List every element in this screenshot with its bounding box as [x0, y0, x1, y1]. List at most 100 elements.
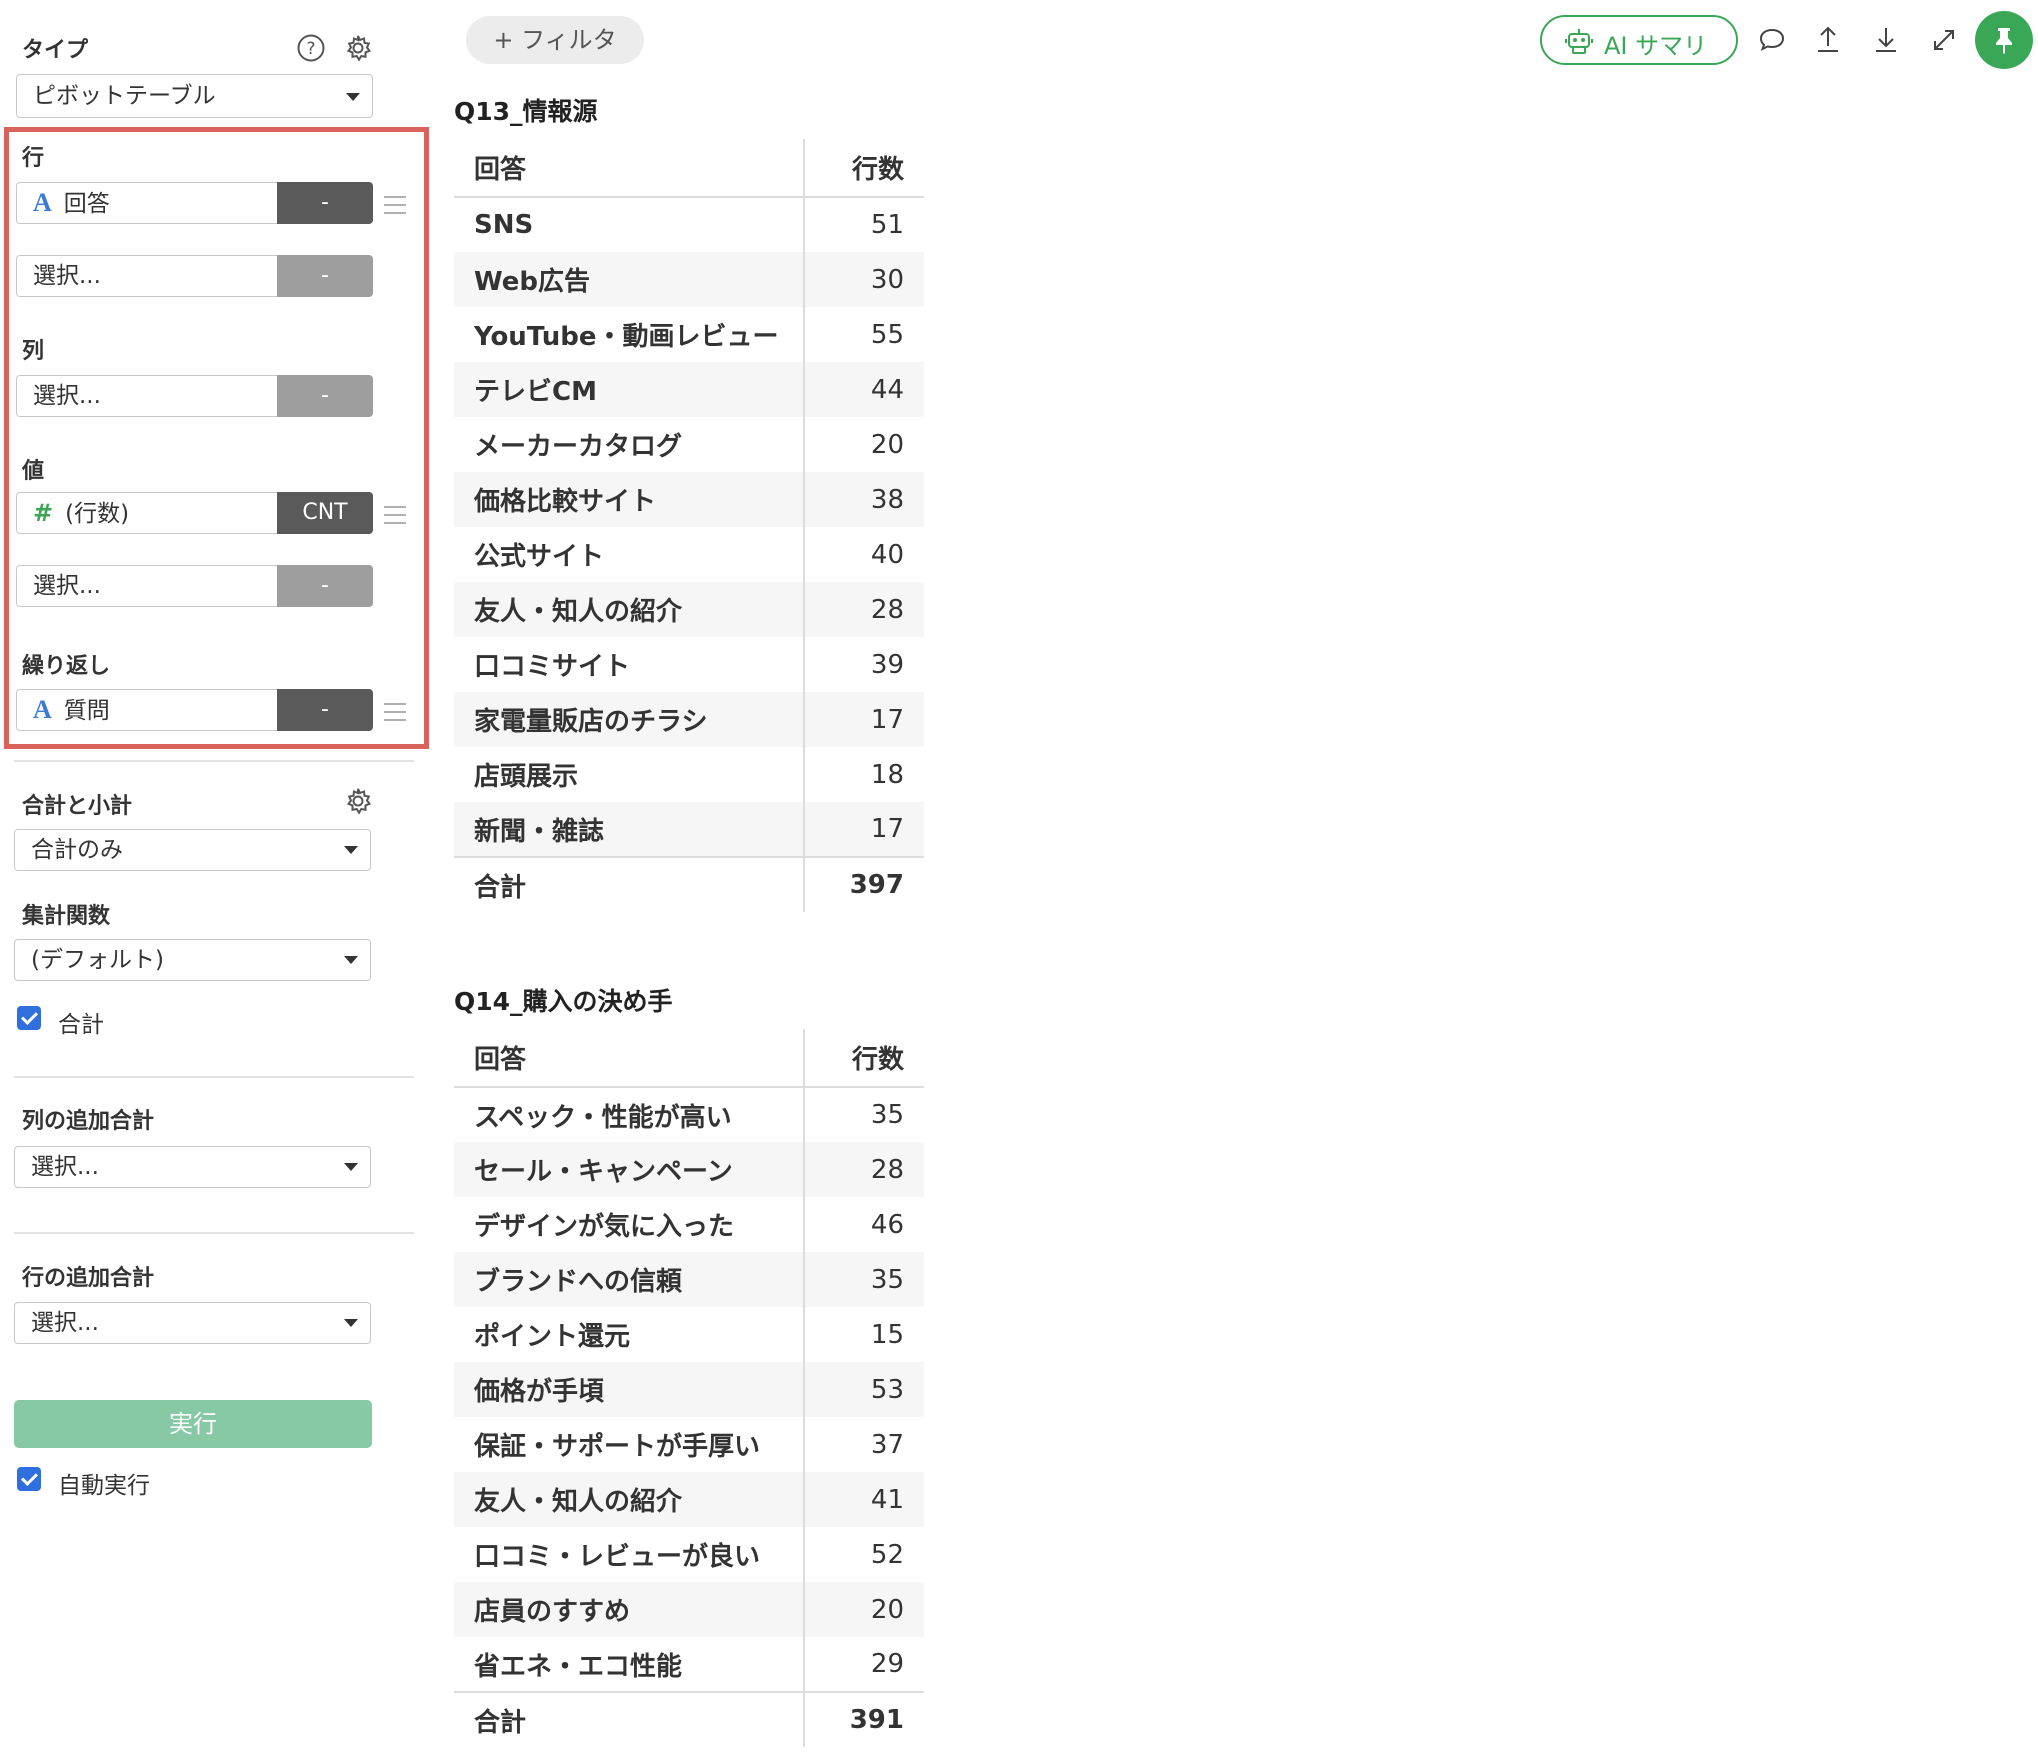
cell-answer: 店頭展示: [474, 762, 579, 792]
cell-count: 51: [803, 197, 924, 252]
divider: [14, 760, 414, 762]
aggfunc-value: (デフォルト): [31, 947, 164, 973]
table-row: Web広告 30: [454, 252, 924, 307]
cell-answer: 新聞・雑誌: [454, 802, 804, 857]
type-label: タイプ: [22, 38, 89, 63]
upload-icon[interactable]: [1808, 20, 1848, 60]
table-header-row: 回答 行数: [454, 139, 924, 198]
cell-count: 17: [803, 802, 924, 857]
values-field-pill[interactable]: # (行数) CNT: [16, 492, 373, 534]
gear-icon[interactable]: [343, 786, 373, 816]
repeat-field-name: 質問: [63, 698, 110, 724]
cell-answer: 保証・サポートが手厚い: [474, 1432, 761, 1462]
cell-answer: SNS: [474, 210, 534, 240]
table1-title: Q13_情報源: [454, 97, 598, 126]
table-row: 友人・知人の紹介 41: [454, 1472, 924, 1527]
cell-answer: 公式サイト: [474, 542, 605, 572]
cell-count: 41: [803, 1472, 924, 1527]
cell-count: 35: [803, 1087, 924, 1142]
cols-select[interactable]: 選択...: [16, 375, 277, 417]
rows-field-pill[interactable]: A 回答 -: [16, 182, 373, 224]
help-icon[interactable]: ?: [296, 33, 326, 63]
total-checkbox[interactable]: [17, 1006, 41, 1030]
totals-select[interactable]: 合計のみ: [14, 829, 371, 871]
table2: 回答 行数 スペック・性能が高い 35 セール・キャンペーン 28 デザインが気に入…: [454, 1029, 924, 1747]
filter-button[interactable]: + フィルタ: [466, 16, 644, 64]
table-total-row: 合計 397: [454, 856, 924, 912]
cell-count: 28: [803, 582, 924, 637]
cell-count: 30: [803, 252, 924, 307]
totals-value: 合計のみ: [31, 837, 123, 863]
drag-handle-icon[interactable]: [384, 196, 406, 220]
svg-text:?: ?: [306, 39, 315, 59]
aggfunc-select[interactable]: (デフォルト): [14, 939, 371, 981]
chevron-down-icon: [344, 1163, 358, 1171]
rows-label: 行: [22, 146, 45, 171]
cell-answer: セール・キャンペーン: [454, 1142, 804, 1197]
rows-field-agg[interactable]: -: [277, 182, 373, 224]
drag-handle-icon[interactable]: [384, 703, 406, 727]
table-row: 店員のすすめ 20: [454, 1582, 924, 1637]
cell-count: 44: [803, 362, 924, 417]
run-button[interactable]: 実行: [14, 1400, 372, 1448]
table1: 回答 行数 SNS 51 Web広告 30 YouTube・動画レビュー 55 テレビ…: [454, 139, 924, 912]
total-label: 合計: [454, 856, 804, 912]
cell-count: 55: [803, 307, 924, 362]
table-header-row: 回答 行数: [454, 1029, 924, 1088]
comment-icon[interactable]: [1752, 20, 1792, 60]
cell-count: 52: [803, 1527, 924, 1582]
cell-count: 38: [803, 472, 924, 527]
auto-run-label: 自動実行: [58, 1473, 150, 1499]
cell-count: 39: [803, 637, 924, 692]
chevron-down-icon: [344, 956, 358, 964]
auto-run-checkbox[interactable]: [17, 1467, 41, 1491]
divider: [14, 1232, 414, 1234]
ai-summary-button[interactable]: AI サマリ: [1540, 15, 1738, 65]
gear-icon[interactable]: [343, 33, 373, 63]
cell-count: 35: [803, 1252, 924, 1307]
cell-answer: ブランドへの信頼: [454, 1252, 804, 1307]
values-select[interactable]: 選択...: [16, 565, 277, 607]
pin-button[interactable]: [1975, 11, 2033, 69]
rows-select-agg[interactable]: -: [277, 255, 373, 297]
header-answer: 回答: [454, 1029, 804, 1088]
cell-count: 40: [803, 527, 924, 582]
repeat-field-agg[interactable]: -: [277, 689, 373, 731]
cols-select-pill[interactable]: 選択... -: [16, 375, 373, 417]
table-row: 公式サイト 40: [454, 527, 924, 582]
table-row: 口コミサイト 39: [454, 637, 924, 692]
cell-count: 37: [803, 1417, 924, 1472]
cell-answer: 店員のすすめ: [454, 1582, 804, 1637]
values-select-agg[interactable]: -: [277, 565, 373, 607]
cell-answer: 友人・知人の紹介: [454, 1472, 804, 1527]
table-row: 価格が手頃 53: [454, 1362, 924, 1417]
rows-select-pill[interactable]: 選択... -: [16, 255, 373, 297]
cell-answer: スペック・性能が高い: [474, 1102, 732, 1133]
values-field-agg[interactable]: CNT: [277, 492, 373, 534]
text-type-icon: A: [33, 188, 52, 217]
text-type-icon: A: [33, 695, 52, 724]
values-select-pill[interactable]: 選択... -: [16, 565, 373, 607]
cell-answer: 省エネ・エコ性能: [474, 1651, 683, 1682]
expand-icon[interactable]: [1924, 20, 1964, 60]
row-extra-select[interactable]: 選択...: [14, 1302, 371, 1344]
cols-select-agg[interactable]: -: [277, 375, 373, 417]
divider: [14, 1076, 414, 1078]
chart-type-value: ピボットテーブル: [33, 83, 216, 109]
cell-answer: ポイント還元: [474, 1322, 631, 1352]
repeat-field-pill[interactable]: A 質問 -: [16, 689, 373, 731]
cell-count: 29: [803, 1637, 924, 1692]
col-extra-value: 選択...: [31, 1154, 99, 1180]
cell-answer: 口コミ・レビューが良い: [474, 1542, 761, 1572]
download-icon[interactable]: [1866, 20, 1906, 60]
cell-count: 18: [803, 747, 924, 802]
cell-answer: テレビCM: [454, 362, 804, 417]
drag-handle-icon[interactable]: [384, 506, 406, 530]
chart-type-select[interactable]: ピボットテーブル: [16, 74, 373, 118]
rows-field-name: 回答: [63, 191, 110, 217]
table-row: メーカーカタログ 20: [454, 417, 924, 472]
table-row: 価格比較サイト 38: [454, 472, 924, 527]
rows-select[interactable]: 選択...: [16, 255, 277, 297]
table-row: ポイント還元 15: [454, 1307, 924, 1362]
col-extra-select[interactable]: 選択...: [14, 1146, 371, 1188]
